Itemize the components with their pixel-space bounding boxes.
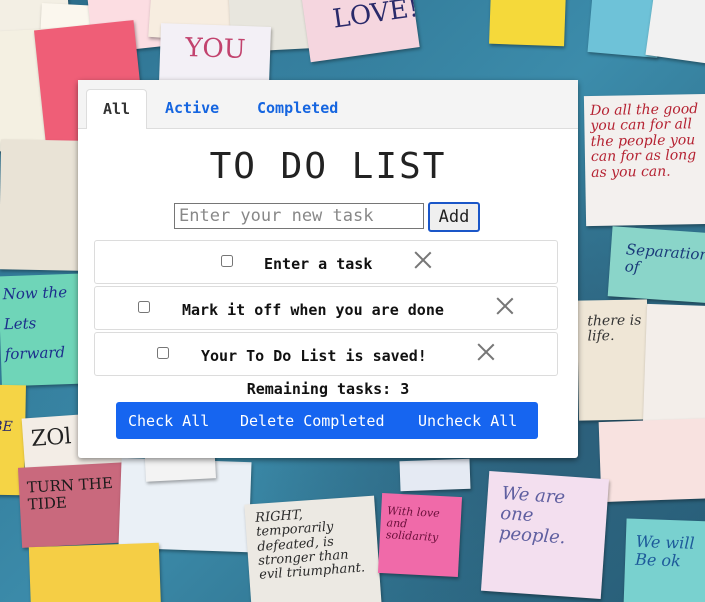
background-note [489,0,566,47]
page-title: TO DO LIST [209,146,447,187]
delete-icon[interactable] [495,296,515,316]
background-note: YOU [158,23,272,87]
background-note [399,458,471,492]
delete-icon[interactable] [476,342,496,362]
remaining-tasks-count: Remaining tasks: 3 [246,380,410,398]
background-note: We are one people. [480,470,610,600]
task-checkbox[interactable] [157,347,169,359]
new-task-input[interactable] [174,203,424,229]
task-label: Mark it off when you are done [182,301,444,319]
background-note: Separation of [607,226,705,304]
background-note: Now the Lets forward [0,273,82,387]
task-checkbox[interactable] [221,255,233,267]
background-note: With love and solidarity [377,492,463,578]
background-note: there is life. [576,299,650,421]
task-item: Your To Do List is saved! [94,332,558,376]
delete-icon[interactable] [413,250,433,270]
background-note: TURN THE TIDE [17,462,133,548]
background-note: Do all the good you can for all the peop… [583,93,705,227]
add-button[interactable]: Add [428,202,480,232]
background-note [642,303,705,427]
task-item: Enter a task [94,240,558,284]
check-all-button[interactable]: Check All [128,402,209,439]
background-note: RIGHT, temporarily defeated, is stronger… [244,495,382,602]
background-note [598,417,705,503]
todo-card: All Active Completed TO DO LIST Add Ente… [78,80,578,458]
tab-bar: All Active Completed [78,80,578,129]
tab-all[interactable]: All [86,89,148,129]
bulk-actions-group: Check All Delete Completed Uncheck All [116,402,538,439]
background-note [0,139,82,271]
background-note: LOVE! [300,0,420,63]
tab-active[interactable]: Active [165,89,219,128]
task-label: Your To Do List is saved! [201,347,427,365]
task-checkbox[interactable] [138,301,150,313]
task-label: Enter a task [264,255,373,273]
background-note: We will Be ok [623,518,705,602]
tab-completed[interactable]: Completed [257,89,338,128]
delete-completed-button[interactable]: Delete Completed [240,402,385,439]
background-note [645,0,705,65]
background-note [28,542,162,602]
uncheck-all-button[interactable]: Uncheck All [418,402,517,439]
task-item: Mark it off when you are done [94,286,558,330]
